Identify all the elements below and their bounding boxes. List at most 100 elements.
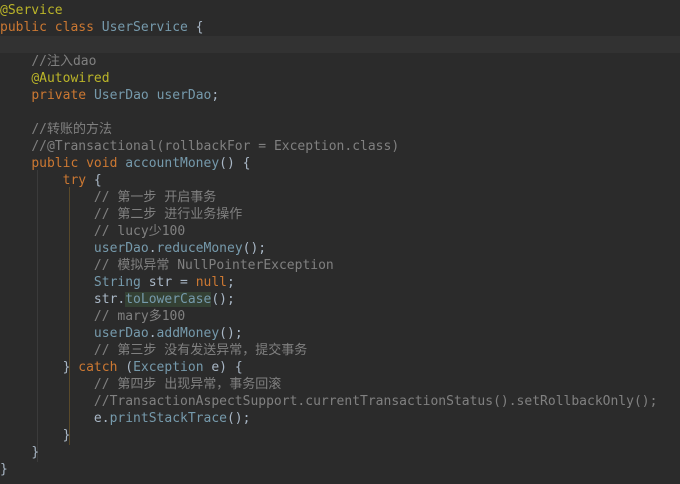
code-token: userDao [93,241,149,256]
code-line[interactable]: // 第一步 开启事务 [0,189,680,206]
code-token: accountMoney [125,156,220,171]
code-line[interactable]: public class UserService { [0,19,680,36]
code-token: ; [211,88,220,103]
code-token: Exception [133,360,212,375]
code-token: } [31,445,40,460]
code-token: ; [227,275,235,290]
code-line[interactable]: private UserDao userDao; [0,87,680,104]
code-editor[interactable]: @Service public class UserService { //注入d… [0,0,680,484]
code-line[interactable]: try { [0,172,680,189]
code-token: @Autowired [31,71,110,86]
code-token: str = [148,275,196,290]
code-line[interactable]: userDao.reduceMoney(); [0,240,680,257]
code-token: // 第四步 出现异常，事务回滚 [93,377,282,392]
code-line[interactable]: // 第二步 进行业务操作 [0,206,680,223]
code-token: } [62,360,79,375]
code-token: printStackTrace [109,411,227,426]
code-token: addMoney [156,326,220,341]
code-token: e. [93,411,110,426]
code-token: // 第三步 没有发送异常，提交事务 [93,343,308,358]
code-token: public void [31,156,126,171]
code-line[interactable] [0,104,680,121]
code-line[interactable]: //@Transactional(rollbackFor = Exception… [0,138,680,155]
code-line[interactable]: userDao.addMoney(); [0,325,680,342]
code-token: reduceMoney [156,241,243,256]
code-token: . [148,326,157,341]
code-token: @Service [0,3,63,18]
code-line[interactable]: String str = null; [0,274,680,291]
code-token: } [62,428,71,443]
code-line[interactable]: // 模拟异常 NullPointerException [0,257,680,274]
code-token: userDao [156,88,212,103]
code-token: // 第二步 进行业务操作 [93,207,243,222]
code-token: //@Transactional(rollbackFor = Exception… [31,139,400,154]
code-line[interactable]: } [0,444,680,461]
code-line[interactable]: @Autowired [0,70,680,87]
code-token: String [93,275,149,290]
code-line[interactable]: // 第三步 没有发送异常，提交事务 [0,342,680,359]
code-token: } [0,462,8,477]
code-line[interactable]: } catch (Exception e) { [0,359,680,376]
code-token: //TransactionAspectSupport.currentTransa… [93,394,658,409]
code-line[interactable]: e.printStackTrace(); [0,410,680,427]
code-token: str. [93,292,126,307]
code-token: e) { [211,360,243,375]
code-line[interactable]: //注入dao [0,53,680,70]
code-token: public class [0,20,102,35]
code-line[interactable]: // lucy少100 [0,223,680,240]
code-line[interactable]: //TransactionAspectSupport.currentTransa… [0,393,680,410]
code-line[interactable]: } [0,461,680,478]
code-token: // lucy少100 [93,224,186,239]
code-line[interactable]: // mary多100 [0,308,680,325]
code-token: UserDao [93,88,157,103]
code-token: (); [219,326,243,341]
code-token: userDao [93,326,149,341]
code-token: null [195,275,227,290]
code-line[interactable]: } [0,427,680,444]
code-token: // mary多100 [93,309,186,324]
code-token: (); [226,411,251,426]
code-line[interactable]: public void accountMoney() { [0,155,680,172]
code-token: (); [242,241,267,256]
code-line[interactable]: //转账的方法 [0,121,680,138]
code-token: try [62,173,87,188]
code-token: UserService [101,20,188,35]
code-token: //注入dao [31,54,97,69]
code-token: // 模拟异常 NullPointerException [93,258,334,273]
code-line[interactable]: // 第四步 出现异常，事务回滚 [0,376,680,393]
code-token: (); [211,292,235,307]
code-token: //转账的方法 [31,122,112,137]
code-token: toLowerCase [125,292,212,307]
code-token: { [86,173,102,188]
code-token: private [31,88,94,103]
code-token: ( [117,360,134,375]
code-line[interactable]: @Service [0,2,680,19]
code-token: // 第一步 开启事务 [93,190,217,205]
code-line[interactable]: str.toLowerCase(); [0,291,680,308]
code-line[interactable] [0,36,680,53]
code-token: . [148,241,157,256]
